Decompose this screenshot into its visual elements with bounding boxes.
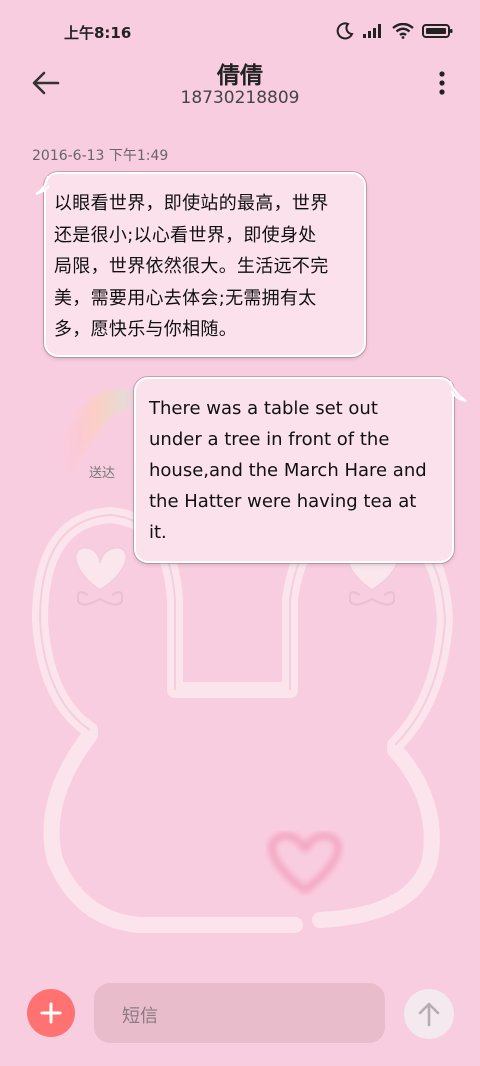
outgoing-message-bubble[interactable]: There was a table set out under a tree i…: [134, 377, 454, 563]
message-line: 局限，世界依然很大。生活远不完: [54, 256, 329, 277]
message-line: 美，需要用心去体会;无需拥有太: [54, 287, 317, 309]
outgoing-message-text: There was a table set out under a tree i…: [149, 393, 440, 548]
message-line: house,and the March Hare and: [149, 460, 427, 481]
status-time: 上午8:16: [64, 24, 132, 42]
message-line: under a tree in front of the: [149, 429, 390, 450]
status-icons: [336, 22, 454, 40]
plus-icon: [40, 1002, 62, 1024]
bubble-tail: [449, 380, 467, 402]
incoming-message-bubble[interactable]: 以眼看世界，即使站的最高，世界 还是很小;以心看世界，即使身处 局限，世界依然很…: [44, 172, 366, 357]
bubble-tail: [35, 175, 50, 195]
message-input-placeholder: 短信: [122, 1006, 158, 1027]
conversation-header: 倩倩 18730218809: [0, 50, 480, 116]
message-line: 多，愿快乐与你相随。: [54, 319, 237, 340]
more-vertical-icon: [439, 71, 445, 95]
message-line: 以眼看世界，即使站的最高，世界: [54, 193, 329, 214]
signal-icon: [362, 23, 384, 39]
message-line: the Hatter were having tea at: [149, 491, 417, 512]
contact-name: 倩倩: [217, 63, 263, 89]
wifi-icon: [392, 23, 414, 39]
battery-icon: [422, 23, 454, 39]
contact-number: 18730218809: [180, 88, 300, 108]
message-line: it.: [149, 522, 167, 543]
more-options-button[interactable]: [438, 70, 446, 96]
add-attachment-button[interactable]: [27, 989, 75, 1037]
message-timestamp: 2016-6-13 下午1:49: [32, 148, 169, 164]
send-button[interactable]: [404, 989, 454, 1039]
send-arrow-icon: [418, 1002, 440, 1027]
message-input[interactable]: 短信: [94, 983, 385, 1043]
moon-icon: [336, 22, 354, 40]
message-line: 还是很小;以心看世界，即使身处: [54, 224, 317, 246]
delivery-status: 送达: [89, 466, 116, 481]
message-line: There was a table set out: [149, 398, 378, 419]
incoming-message-text: 以眼看世界，即使站的最高，世界 还是很小;以心看世界，即使身处 局限，世界依然很…: [54, 188, 356, 346]
